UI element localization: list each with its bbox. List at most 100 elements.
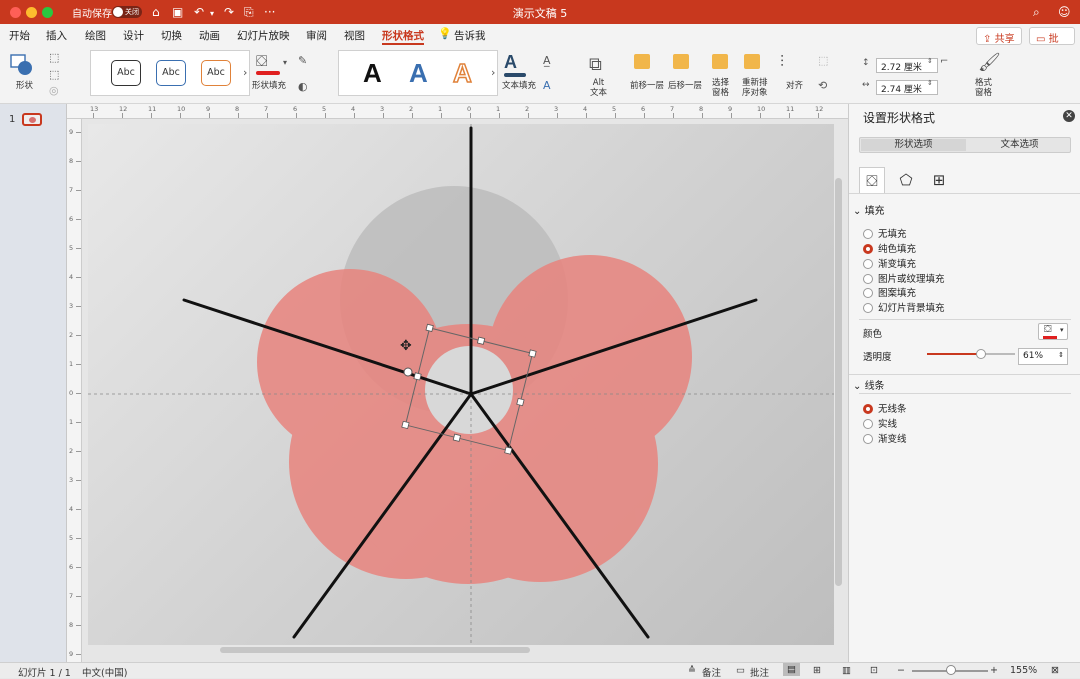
size-properties-icon[interactable]: ⊞ (926, 167, 952, 193)
shape-fill-button[interactable]: ⛋ (256, 52, 280, 75)
tab-animations[interactable]: 动画 (199, 28, 220, 43)
fill-section-header[interactable]: ⌄ 填充 (853, 202, 885, 217)
tab-insert[interactable]: 插入 (46, 28, 67, 43)
comments-button[interactable]: ▭ 批注 (1029, 27, 1075, 60)
line-option-none[interactable]: 无线条 (863, 401, 907, 415)
text-effects-icon[interactable]: A (543, 79, 551, 92)
tab-transitions[interactable]: 切换 (161, 28, 182, 43)
wordart-gallery[interactable]: A A A (338, 50, 498, 96)
fill-dropdown-icon[interactable]: ▾ (283, 58, 287, 67)
send-backward-icon[interactable] (673, 54, 689, 69)
gallery-more-icon[interactable]: › (243, 66, 247, 79)
ruler-tick (731, 113, 732, 118)
resize-handle-tr[interactable] (528, 349, 537, 358)
normal-view-icon[interactable]: ▤ (783, 663, 800, 676)
zoom-out-icon[interactable]: − (897, 665, 905, 676)
zoom-in-icon[interactable]: + (990, 665, 998, 676)
comments-status-button[interactable]: 批注 (750, 665, 769, 679)
shape-style-3[interactable]: Abc (201, 60, 231, 86)
text-fill-button[interactable]: A (504, 52, 526, 77)
width-stepper-icon[interactable]: ⇕ (927, 79, 933, 87)
reorder-icon[interactable] (744, 54, 760, 69)
vertical-scrollbar[interactable] (835, 178, 842, 586)
tab-view[interactable]: 视图 (344, 28, 365, 43)
collaborate-icon[interactable]: ☺ (1058, 4, 1071, 20)
ribbon: 形状 ⬚ ⬚ ◎ Abc Abc Abc › ⛋ 形状填充 ▾ ✎ ◐ A A … (0, 46, 1080, 104)
tab-review[interactable]: 审阅 (306, 28, 327, 43)
tab-tell-me[interactable]: 告诉我 (454, 28, 486, 43)
shape-effects-icon[interactable]: ◐ (298, 80, 308, 93)
search-icon[interactable]: ⌕ (1033, 4, 1040, 20)
tab-shape-format[interactable]: 形状格式 (382, 28, 424, 43)
merge-shapes-icon[interactable]: ◎ (49, 84, 59, 97)
zoom-slider-knob[interactable] (946, 665, 956, 675)
fit-to-window-icon[interactable]: ⊠ (1051, 665, 1059, 676)
text-options-tab[interactable]: 文本选项 (967, 139, 1072, 151)
ruler-number: 7 (264, 105, 269, 113)
shape-style-2[interactable]: Abc (156, 60, 186, 86)
reading-view-icon[interactable]: ▥ (842, 665, 851, 676)
align-icon[interactable]: ⫶ (780, 52, 784, 72)
line-option-gradient[interactable]: 渐变线 (863, 431, 907, 445)
resize-handle-b[interactable] (452, 433, 461, 442)
center-hole[interactable] (425, 346, 513, 434)
group-icon[interactable]: ⬚ (818, 54, 828, 67)
fill-option-no-fill[interactable]: 无填充 (863, 226, 907, 240)
tab-design[interactable]: 设计 (123, 28, 144, 43)
tab-slideshow[interactable]: 幻灯片放映 (237, 28, 290, 43)
slideshow-icon[interactable]: ⊡ (870, 665, 878, 676)
horizontal-scrollbar[interactable] (220, 647, 530, 653)
rotate-icon[interactable]: ⟲ (818, 79, 827, 92)
zoom-level[interactable]: 155% (1010, 665, 1037, 676)
wordart-more-icon[interactable]: › (491, 66, 495, 79)
slider-knob[interactable] (975, 349, 986, 359)
wordart-style-2[interactable]: A (409, 57, 428, 89)
tab-draw[interactable]: 绘图 (85, 28, 106, 43)
wordart-style-1[interactable]: A (363, 57, 382, 89)
fill-line-icon[interactable]: ⛋ (859, 167, 885, 193)
resize-handle-l[interactable] (413, 372, 422, 381)
shapes-button[interactable] (10, 54, 34, 76)
fill-option-pattern[interactable]: 图案填充 (863, 285, 916, 299)
edit-shape-icon[interactable]: ⬚ (49, 51, 59, 64)
language-indicator[interactable]: 中文(中国) (82, 665, 127, 679)
format-pane-icon[interactable]: 🖌 (978, 52, 1001, 73)
resize-handle-r[interactable] (516, 397, 525, 407)
rotate-handle[interactable] (403, 367, 413, 377)
fill-option-picture[interactable]: 图片或纹理填充 (863, 271, 945, 285)
close-icon[interactable]: ✕ (1063, 110, 1075, 122)
shape-styles-gallery[interactable]: Abc Abc Abc (90, 50, 250, 96)
shape-style-1[interactable]: Abc (111, 60, 141, 86)
tab-home[interactable]: 开始 (9, 28, 30, 43)
ruler-tick (76, 480, 81, 481)
slide-thumbnail[interactable] (22, 113, 42, 126)
line-option-solid[interactable]: 实线 (863, 416, 897, 430)
effects-icon[interactable]: ⬠ (893, 167, 919, 193)
ruler-tick (441, 113, 442, 118)
fill-option-solid[interactable]: 纯色填充 (863, 241, 916, 255)
bring-forward-icon[interactable] (634, 54, 650, 69)
share-button[interactable]: ⇪ 共享 (976, 27, 1022, 45)
height-stepper-icon[interactable]: ⇕ (927, 57, 933, 65)
notes-button[interactable]: 备注 (702, 665, 721, 679)
wordart-style-3[interactable]: A (452, 57, 472, 89)
stepper-icon[interactable]: ⇕ (1058, 351, 1064, 359)
resize-handle-tl[interactable] (425, 323, 434, 333)
slide-sorter-icon[interactable]: ⊞ (813, 665, 821, 676)
line-section-header[interactable]: ⌄ 线条 (853, 377, 885, 392)
selection-pane-icon[interactable] (712, 54, 728, 69)
slide[interactable]: ✥ (88, 124, 834, 645)
text-outline-icon[interactable]: A̲ (543, 54, 551, 67)
textbox-icon[interactable]: ⬚ (49, 68, 59, 81)
shape-outline-icon[interactable]: ✎ (298, 54, 307, 67)
resize-handle-t[interactable] (476, 336, 486, 345)
shape-options-tab[interactable]: 形状选项 (861, 139, 966, 151)
fill-option-gradient[interactable]: 渐变填充 (863, 256, 916, 270)
fill-color-picker[interactable]: ⛋ ▾ (1038, 323, 1068, 340)
alt-text-icon[interactable]: ⧉ (589, 54, 602, 75)
transparency-slider[interactable] (927, 349, 1015, 359)
resize-handle-br[interactable] (504, 446, 513, 455)
fill-option-slide-background[interactable]: 幻灯片背景填充 (863, 300, 945, 314)
resize-handle-bl[interactable] (401, 420, 410, 430)
transparency-input[interactable]: 61% ⇕ (1018, 348, 1068, 365)
